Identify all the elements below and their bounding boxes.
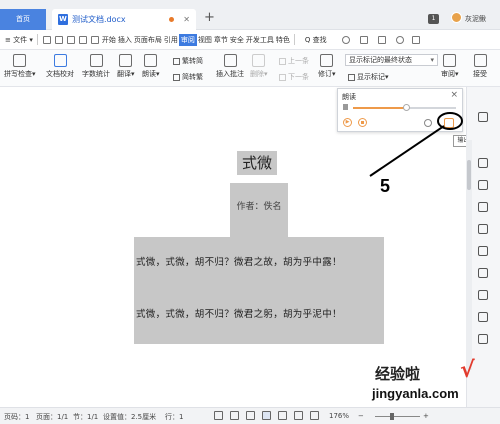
annotation-step-number: 5 — [380, 176, 391, 196]
annotation-circle — [437, 112, 463, 130]
share-doc-icon[interactable] — [478, 290, 488, 300]
status-bar: 页码：1 页面：1/1 节：1/1 设置值：2.5厘米 行：1 176% − + — [0, 407, 500, 424]
focus-mode-icon[interactable] — [214, 411, 223, 420]
zoom-out-icon[interactable]: − — [358, 412, 364, 420]
shape-icon[interactable] — [478, 202, 488, 212]
style-icon[interactable] — [478, 180, 488, 190]
web-view-icon[interactable] — [294, 411, 303, 420]
annotation-overlay — [369, 112, 463, 177]
pen-icon[interactable] — [478, 112, 488, 122]
chart-icon[interactable] — [478, 268, 488, 278]
outline-view-icon[interactable] — [278, 411, 287, 420]
status-section: 节：1/1 — [73, 413, 99, 421]
status-setting-value: 设置值：2.5厘米 — [103, 413, 157, 421]
full-screen-icon[interactable] — [246, 411, 255, 420]
status-page[interactable]: 页面：1/1 — [36, 412, 68, 422]
status-row: 行：1 — [165, 413, 184, 421]
watermark-text: 经验啦 — [375, 366, 421, 383]
eye-protection-icon[interactable] — [230, 411, 239, 420]
watermark-url: jingyanla.com — [372, 386, 459, 401]
location-icon[interactable] — [478, 158, 488, 168]
pen-view-icon[interactable] — [310, 411, 319, 420]
status-page-number: 页码：1 — [4, 413, 30, 421]
watermark-check-icon: √ — [460, 358, 475, 383]
scrollbar-thumb[interactable] — [467, 160, 471, 190]
table-icon[interactable] — [478, 224, 488, 234]
list-icon[interactable] — [478, 246, 488, 256]
backup-icon[interactable] — [478, 312, 488, 322]
zoom-level[interactable]: 176% — [329, 412, 349, 420]
zoom-slider-handle[interactable] — [390, 413, 394, 420]
zoom-slider[interactable] — [375, 416, 420, 417]
page-view-icon[interactable] — [262, 411, 271, 420]
zoom-in-icon[interactable]: + — [423, 412, 429, 420]
settings-icon[interactable] — [478, 334, 488, 344]
annotation-arrow — [369, 125, 445, 177]
